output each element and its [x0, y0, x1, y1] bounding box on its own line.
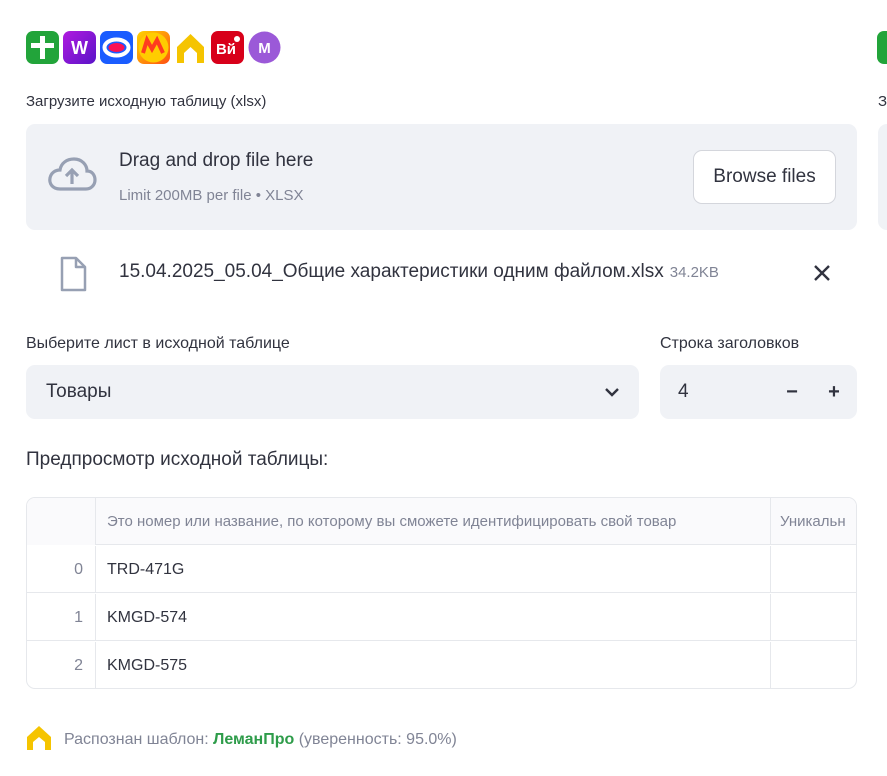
column-header-index[interactable]	[27, 498, 96, 545]
row-index: 2	[27, 642, 96, 688]
table-cell[interactable]	[771, 546, 856, 593]
header-row-label: Строка заголовков	[660, 335, 800, 352]
preview-title: Предпросмотр исходной таблицы:	[26, 449, 329, 470]
uploaded-file-name: 15.04.2025_05.04_Общие характеристики од…	[119, 261, 719, 283]
file-name-text: 15.04.2025_05.04_Общие характеристики од…	[119, 261, 664, 282]
plus-logo-icon-partial	[877, 31, 887, 64]
template-name: ЛеманПро	[213, 731, 295, 748]
dropzone-title: Drag and drop file here	[119, 150, 314, 171]
wildberries-letter: W	[71, 38, 88, 58]
cloud-upload-icon	[47, 156, 97, 197]
yandex-market-logo-icon	[137, 31, 170, 64]
table-cell[interactable]: KMGD-574	[96, 594, 771, 641]
template-detection-text: Распознан шаблон: ЛеманПро (уверенность:…	[64, 731, 457, 749]
close-icon[interactable]	[811, 262, 833, 289]
browse-files-button[interactable]: Browse files	[693, 150, 836, 204]
column-header[interactable]: Это номер или название, по которому вы с…	[96, 498, 771, 545]
vseinstrumenti-letter: Вй	[216, 41, 236, 58]
header-row-stepper[interactable]: 4 − +	[660, 365, 857, 419]
table-cell[interactable]	[771, 594, 856, 641]
template-confidence: (уверенность: 95.0%)	[294, 731, 457, 748]
file-dropzone[interactable]: Drag and drop file here Limit 200MB per …	[26, 124, 857, 230]
table-row: 1 KMGD-574	[27, 594, 856, 641]
decrement-button[interactable]: −	[778, 377, 806, 407]
table-row: 0 TRD-471G	[27, 546, 856, 593]
dropzone-limit: Limit 200MB per file • XLSX	[119, 187, 304, 204]
increment-button[interactable]: +	[820, 377, 848, 407]
sheet-select[interactable]: Товары	[26, 365, 639, 419]
sheet-select-value: Товары	[46, 381, 112, 402]
megamarket-logo-icon: M	[248, 31, 281, 64]
template-detection: Распознан шаблон: ЛеманПро (уверенность:…	[26, 725, 457, 756]
table-row: 2 KMGD-575	[27, 642, 856, 688]
upload-label-partial: З	[878, 93, 887, 110]
table-cell[interactable]: KMGD-575	[96, 642, 771, 688]
header-row-value[interactable]: 4	[678, 381, 689, 403]
plus-logo-icon	[26, 31, 59, 64]
ozon-logo-icon	[100, 31, 133, 64]
file-dropzone-partial	[878, 124, 887, 230]
table-header-row: Это номер или название, по которому вы с…	[27, 498, 856, 545]
uploaded-file: 15.04.2025_05.04_Общие характеристики од…	[26, 254, 857, 294]
sheet-select-label: Выберите лист в исходной таблице	[26, 335, 290, 352]
upload-label: Загрузите исходную таблицу (xlsx)	[26, 93, 267, 110]
megamarket-letter: M	[258, 40, 271, 57]
row-index: 0	[27, 546, 96, 593]
vseinstrumenti-logo-icon: Вй	[211, 31, 244, 64]
lemanpro-icon	[26, 725, 52, 756]
table-cell[interactable]: TRD-471G	[96, 546, 771, 593]
preview-table[interactable]: Это номер или название, по которому вы с…	[26, 497, 857, 689]
table-cell[interactable]	[771, 642, 856, 688]
template-prefix: Распознан шаблон:	[64, 731, 214, 748]
file-icon	[59, 256, 87, 297]
wildberries-logo-icon: W	[63, 31, 96, 64]
row-index: 1	[27, 594, 96, 641]
lemanpro-logo-icon	[174, 31, 207, 64]
chevron-down-icon	[604, 384, 620, 405]
marketplace-logos: W Вй M	[26, 31, 281, 64]
column-header[interactable]: Уникальн	[771, 498, 856, 545]
file-size: 34.2KB	[669, 264, 719, 281]
